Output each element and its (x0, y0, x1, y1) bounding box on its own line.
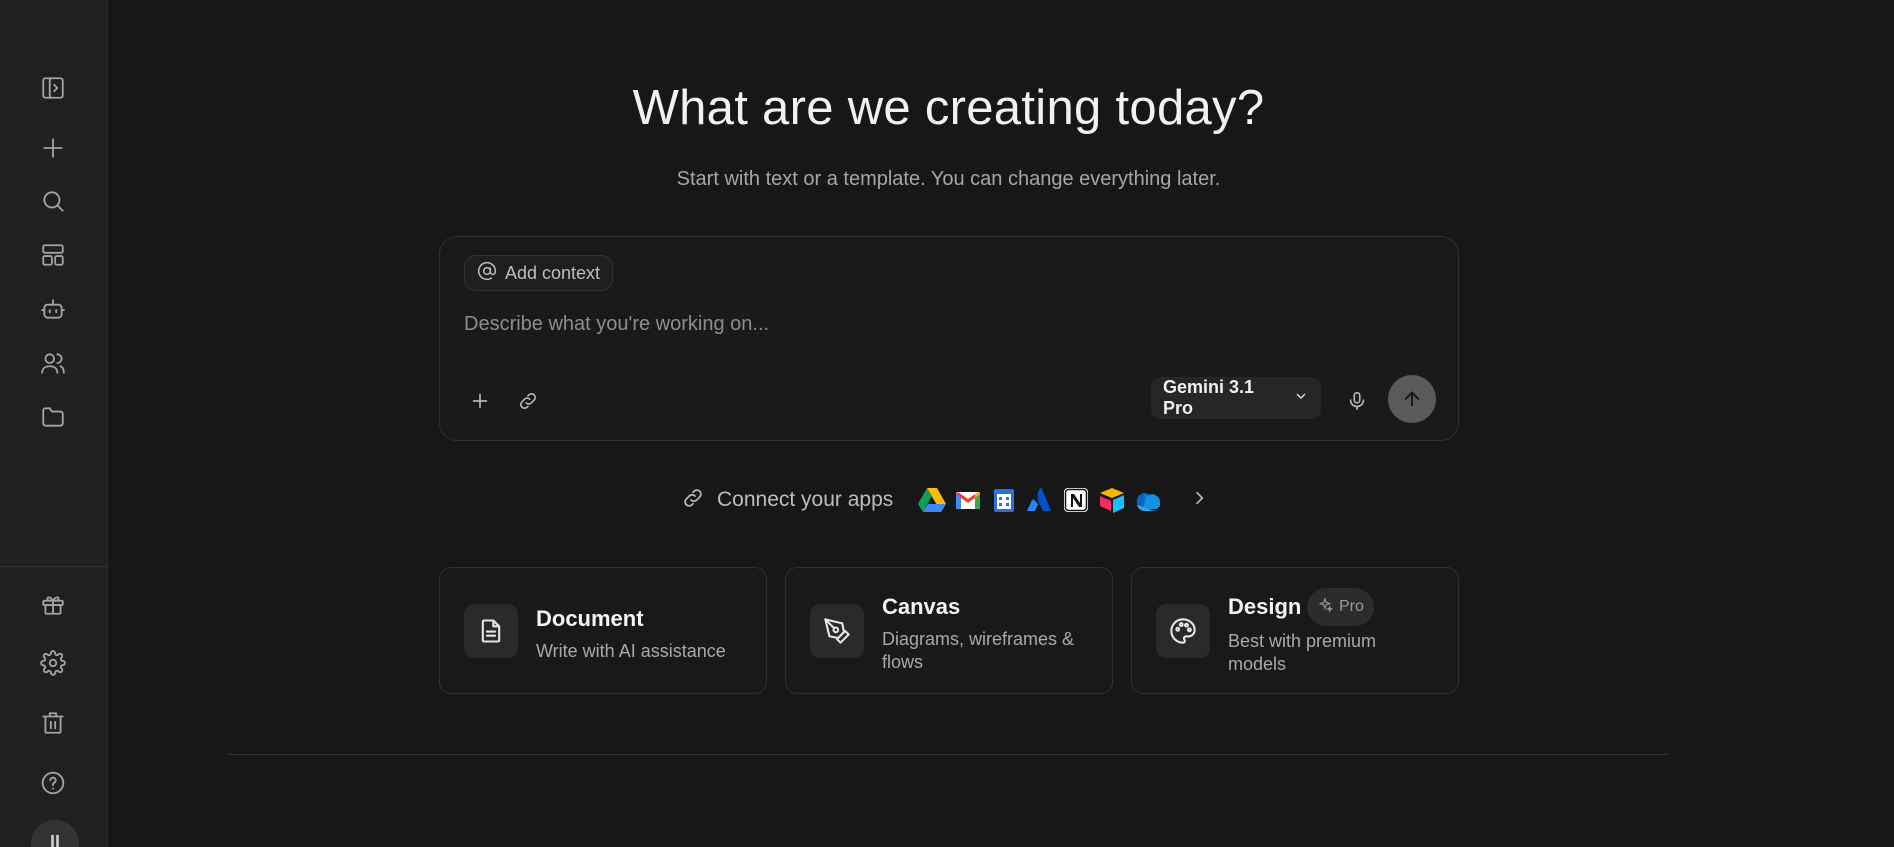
pro-badge-label: Pro (1339, 598, 1364, 615)
notion-icon (1061, 485, 1091, 515)
app-logos (917, 485, 1163, 515)
palette-icon (1156, 604, 1210, 658)
main-area: What are we creating today? Start with t… (108, 0, 1894, 847)
prompt-input[interactable] (464, 307, 1424, 341)
content-divider (228, 754, 1668, 755)
pen-tool-icon (810, 604, 864, 658)
onedrive-icon (1133, 485, 1163, 515)
pro-badge: Pro (1307, 588, 1374, 626)
sparkles-icon (1317, 596, 1334, 618)
sidebar-divider (0, 566, 108, 567)
template-cards: Document Write with AI assistance Canvas… (439, 567, 1459, 694)
search-icon[interactable] (36, 184, 70, 218)
atlassian-icon (1025, 485, 1055, 515)
templates-icon[interactable] (36, 238, 70, 272)
folder-icon[interactable] (36, 400, 70, 434)
link-icon[interactable] (510, 383, 546, 419)
app-window: II What are we creating today? Start wit… (0, 0, 1894, 847)
chevron-right-icon[interactable] (1175, 488, 1209, 513)
microphone-icon[interactable] (1339, 383, 1375, 419)
sidebar: II (0, 0, 108, 847)
model-name: Gemini 3.1 Pro (1163, 377, 1255, 418)
gear-icon[interactable] (36, 646, 70, 680)
prompt-composer: Add context Gemini 3.1 Pro (439, 236, 1459, 441)
connect-apps-row[interactable]: Connect your apps (681, 480, 1209, 520)
card-title: Design (1228, 594, 1302, 619)
card-title: Canvas (882, 594, 961, 619)
card-description: Diagrams, wireframes & flows (882, 629, 1075, 672)
gmail-icon (953, 485, 983, 515)
connect-apps-label: Connect your apps (717, 488, 894, 511)
airtable-icon (1097, 485, 1127, 515)
document-card[interactable]: Document Write with AI assistance (439, 567, 767, 694)
page-title: What are we creating today? (632, 81, 1265, 135)
attach-plus-icon[interactable] (462, 383, 498, 419)
card-title: Document (536, 606, 644, 631)
card-description: Write with AI assistance (536, 641, 726, 661)
at-sign-icon (477, 261, 497, 286)
link-icon (681, 486, 705, 515)
canvas-card[interactable]: Canvas Diagrams, wireframes & flows (785, 567, 1113, 694)
arrow-up-icon (1404, 391, 1420, 407)
document-icon (464, 604, 518, 658)
model-selector[interactable]: Gemini 3.1 Pro (1151, 377, 1321, 419)
google-drive-icon (917, 485, 947, 515)
trash-icon[interactable] (36, 706, 70, 740)
add-context-button[interactable]: Add context (464, 255, 614, 291)
help-icon[interactable] (36, 766, 70, 800)
card-description: Best with premium models (1228, 631, 1377, 674)
chevron-down-icon (1293, 388, 1309, 409)
avatar[interactable]: II (31, 820, 79, 847)
gift-icon[interactable] (36, 587, 70, 621)
users-icon[interactable] (36, 346, 70, 380)
design-card[interactable]: Design Pro Best with premium models (1131, 567, 1459, 694)
page-subtitle: Start with text or a template. You can c… (676, 168, 1221, 190)
add-context-label: Add context (505, 262, 601, 283)
google-calendar-icon (989, 485, 1019, 515)
send-button[interactable] (1388, 375, 1436, 423)
bot-icon[interactable] (36, 292, 70, 326)
plus-icon[interactable] (36, 131, 70, 165)
toggle-sidebar-icon[interactable] (36, 71, 70, 105)
